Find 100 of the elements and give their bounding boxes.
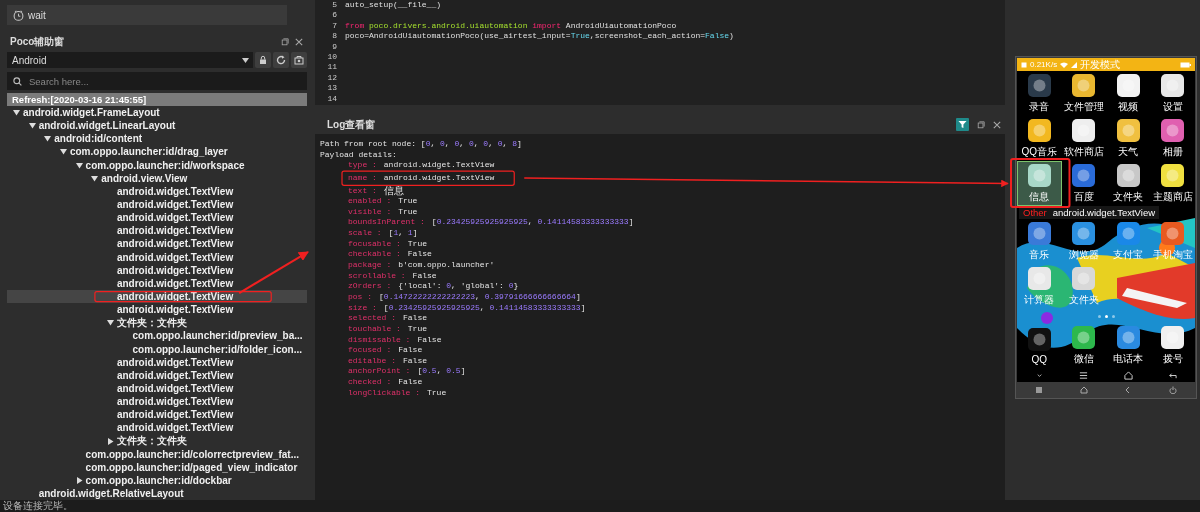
app-shortcut[interactable]: 设置 bbox=[1150, 71, 1195, 116]
app-shortcut[interactable]: 音乐 bbox=[1017, 219, 1062, 264]
log-value: [0.23425925925925925, 0.14114583333333333] bbox=[383, 302, 586, 314]
tree-item[interactable]: android.widget.TextView bbox=[7, 198, 307, 212]
log-key: boundsInParent : bbox=[348, 217, 425, 229]
app-shortcut[interactable]: 微信 bbox=[1061, 323, 1106, 368]
tree-item[interactable]: android.widget.TextView bbox=[7, 368, 307, 382]
tree-item[interactable]: 文件夹：文件夹 bbox=[7, 434, 307, 448]
tree-item[interactable]: android.widget.FrameLayout bbox=[7, 106, 307, 120]
stop-icon[interactable] bbox=[1035, 385, 1044, 394]
tree-item[interactable]: android.widget.TextView bbox=[7, 355, 307, 369]
filter-icon bbox=[958, 120, 967, 129]
tree-item[interactable]: android.widget.TextView bbox=[7, 250, 307, 264]
clock-icon bbox=[13, 9, 24, 21]
app-icon[interactable] bbox=[1071, 73, 1097, 98]
tree-item[interactable]: android.widget.RelativeLayout bbox=[7, 487, 307, 500]
wait-button[interactable]: wait bbox=[7, 5, 287, 25]
log-key: selected : bbox=[348, 313, 396, 324]
line-number: 12 bbox=[326, 72, 338, 84]
app-icon[interactable] bbox=[1071, 163, 1097, 188]
app-shortcut[interactable]: 录音 bbox=[1017, 71, 1062, 116]
restore-icon[interactable] bbox=[977, 120, 985, 129]
app-shortcut[interactable]: 相册 bbox=[1150, 116, 1195, 161]
app-icon[interactable] bbox=[1115, 325, 1141, 350]
tree-item[interactable]: 文件夹：文件夹 bbox=[7, 316, 307, 330]
tree-item[interactable]: android.widget.TextView bbox=[7, 408, 307, 422]
speed-text: 0.21K/s bbox=[1030, 60, 1058, 69]
app-shortcut[interactable]: 视频 bbox=[1106, 71, 1151, 116]
app-icon[interactable] bbox=[1026, 118, 1052, 143]
tree-item[interactable]: android.widget.TextView bbox=[7, 263, 307, 277]
app-icon[interactable] bbox=[1115, 73, 1141, 98]
app-shortcut[interactable]: 天气 bbox=[1106, 116, 1151, 161]
log-value: False bbox=[398, 345, 423, 356]
app-shortcut[interactable]: QQ bbox=[1017, 323, 1062, 368]
tree-item[interactable]: android.widget.TextView bbox=[7, 211, 307, 225]
app-shortcut[interactable]: 主题商店 bbox=[1150, 161, 1195, 206]
tree-item[interactable]: android.widget.TextView bbox=[7, 237, 307, 251]
tree-item[interactable]: android.widget.TextView bbox=[7, 421, 307, 435]
filter-button[interactable] bbox=[956, 118, 969, 131]
app-icon[interactable] bbox=[1071, 118, 1097, 143]
close-icon[interactable] bbox=[993, 120, 1001, 129]
app-icon[interactable] bbox=[1115, 118, 1141, 143]
power-icon[interactable] bbox=[1168, 385, 1177, 394]
tree-item[interactable]: android.widget.TextView bbox=[7, 184, 307, 198]
log-key: size : bbox=[348, 302, 377, 314]
search-field[interactable]: Search here... bbox=[7, 72, 307, 90]
app-icon[interactable] bbox=[1115, 163, 1141, 188]
tree-item[interactable]: com.oppo.launcher:id/folder_icon... bbox=[7, 342, 307, 356]
tree-item[interactable]: com.oppo.launcher:id/paged_view_indicator bbox=[7, 460, 307, 474]
platform-dropdown[interactable]: Android bbox=[7, 52, 253, 68]
tree-item[interactable]: android.widget.TextView bbox=[7, 303, 307, 317]
close-icon[interactable] bbox=[295, 38, 303, 46]
log-value: False bbox=[407, 249, 432, 261]
app-shortcut[interactable]: QQ音乐 bbox=[1017, 116, 1062, 161]
expand-arrow-icon[interactable] bbox=[106, 319, 114, 327]
app-icon[interactable] bbox=[1160, 325, 1186, 350]
log-key: longClickable : bbox=[348, 387, 420, 399]
wifi-icon bbox=[1060, 61, 1069, 68]
collapse-arrow-icon[interactable] bbox=[75, 477, 83, 484]
app-icon[interactable] bbox=[1160, 163, 1186, 188]
tree-item[interactable]: android.widget.LinearLayout bbox=[7, 119, 307, 133]
app-shortcut[interactable]: 文件夹 bbox=[1106, 161, 1151, 206]
tree-item[interactable]: android.widget.TextView bbox=[7, 395, 307, 409]
app-icon[interactable] bbox=[1071, 221, 1097, 246]
app-shortcut[interactable]: 电话本 bbox=[1106, 323, 1151, 368]
log-text: Path from root node: [0, 0, 0, 0, 0, 0, 8] bbox=[320, 139, 523, 150]
app-icon[interactable] bbox=[1071, 325, 1097, 350]
tree-item[interactable]: android:id/content bbox=[7, 132, 307, 146]
tree-item[interactable]: android.widget.TextView bbox=[7, 381, 307, 396]
collapse-arrow-icon[interactable] bbox=[106, 437, 114, 445]
app-icon[interactable] bbox=[1160, 73, 1186, 98]
log-value: android.widget.TextView bbox=[383, 172, 495, 184]
caret-icon bbox=[242, 57, 249, 63]
tree-item[interactable]: android.widget.TextView bbox=[7, 276, 307, 290]
app-shortcut[interactable]: 软件商店 bbox=[1061, 116, 1106, 161]
toolbar-button[interactable] bbox=[291, 52, 307, 68]
app-shortcut[interactable]: 文件管理 bbox=[1061, 71, 1106, 116]
app-icon[interactable] bbox=[1160, 118, 1186, 143]
toolbar-button[interactable] bbox=[273, 52, 289, 68]
tree-item[interactable]: com.oppo.launcher:id/drag_layer bbox=[7, 145, 307, 159]
tree-item[interactable]: com.oppo.launcher:id/dockbar bbox=[7, 473, 307, 488]
home-icon[interactable] bbox=[1079, 385, 1088, 394]
log-value: 信息 bbox=[383, 185, 404, 197]
log-key: visible : bbox=[348, 206, 392, 218]
app-icon[interactable] bbox=[1160, 221, 1186, 246]
restore-icon[interactable] bbox=[281, 38, 289, 46]
app-shortcut[interactable]: 拨号 bbox=[1150, 323, 1195, 368]
tree-item[interactable]: com.oppo.launcher:id/preview_ba... bbox=[7, 329, 307, 343]
tree-item[interactable]: com.oppo.launcher:id/workspace bbox=[7, 158, 307, 172]
app-icon[interactable] bbox=[1115, 221, 1141, 246]
app-shortcut[interactable]: 信息 bbox=[1017, 161, 1062, 206]
app-shortcut[interactable]: 百度 bbox=[1061, 161, 1106, 206]
tree-item[interactable]: android.view.View bbox=[7, 171, 307, 185]
app-icon[interactable] bbox=[1026, 221, 1052, 246]
tree-item[interactable]: android.widget.TextView bbox=[7, 224, 307, 238]
tree-item[interactable]: com.oppo.launcher:id/colorrectpreview_fat... bbox=[7, 447, 307, 461]
menu-icon[interactable] bbox=[1079, 370, 1089, 380]
code-editor[interactable]: 5 auto_setup(__file__) 6 7 from poco.drivers.android.uiautomation import AndroidUiautomationPoco 8 poco=AndroidUiautomationPoco(use_airtest_input=True,screenshot_each_action=False) 9 10 11 12 13 14 bbox=[315, 0, 1005, 105]
log-key: scale : bbox=[348, 228, 382, 239]
toolbar-button[interactable] bbox=[255, 52, 271, 68]
